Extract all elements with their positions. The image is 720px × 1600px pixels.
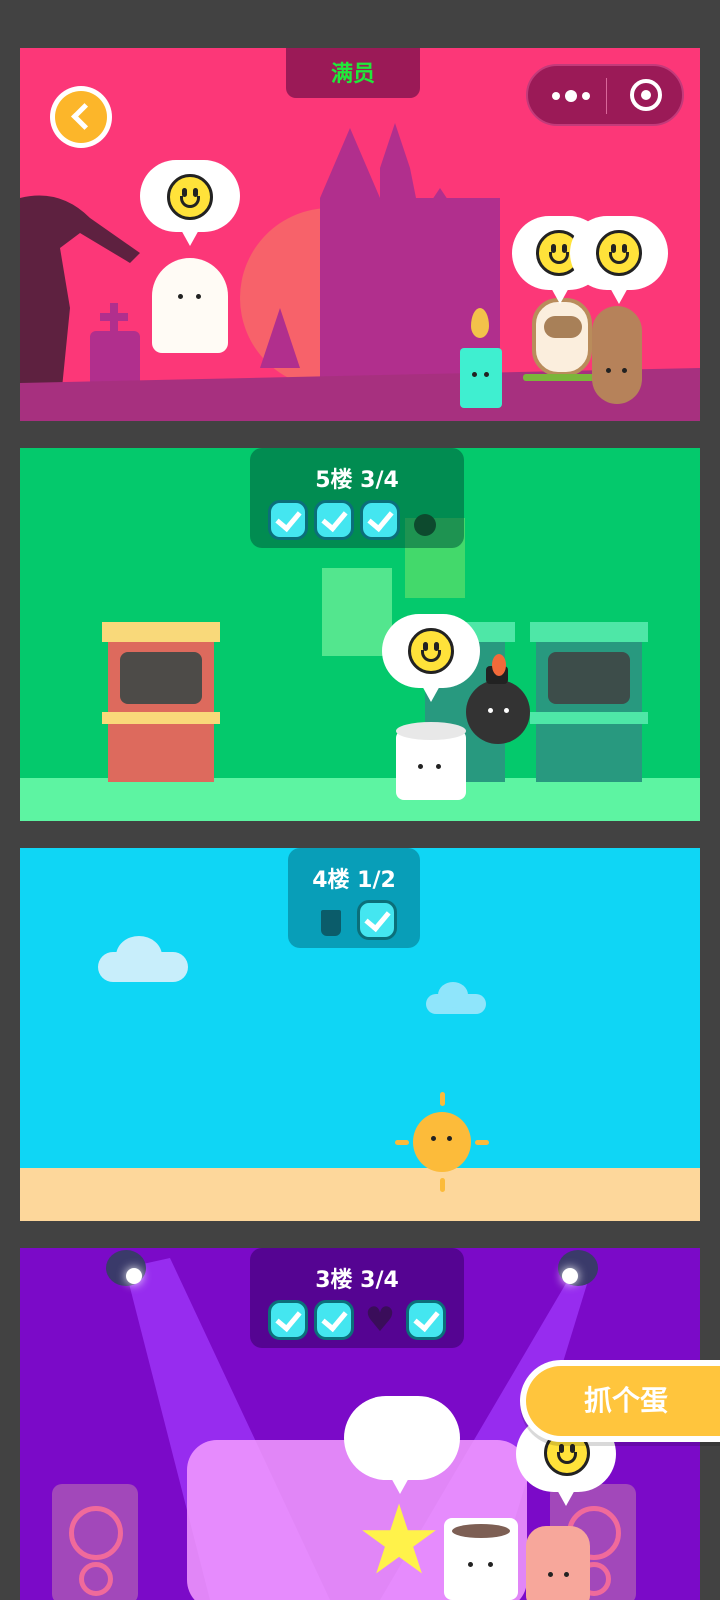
arcade-machine-red[interactable] <box>102 622 220 782</box>
smiley-emoji-icon <box>167 174 213 220</box>
target-circle-icon[interactable] <box>630 79 662 111</box>
check-icon <box>314 500 354 540</box>
check-icon <box>360 500 400 540</box>
star-character[interactable]: ★ <box>356 1492 442 1588</box>
floor-halloween: 满员 <box>20 48 700 421</box>
ghost-speech-bubble <box>140 160 240 246</box>
floor-5-title: 5楼 3/4 <box>315 468 399 493</box>
ghost-character[interactable] <box>152 258 228 353</box>
smiley-emoji-icon <box>596 230 642 276</box>
peanut-character[interactable] <box>592 306 642 404</box>
floor-4-title: 4楼 1/2 <box>312 868 396 893</box>
check-icon <box>406 1300 446 1340</box>
check-icon <box>268 500 308 540</box>
floor-4-progress-panel: 4楼 1/2 <box>288 848 420 948</box>
catch-egg-label: 抓个蛋 <box>584 1384 669 1417</box>
candle-character[interactable] <box>460 348 502 408</box>
owl-character[interactable] <box>532 298 592 376</box>
more-dots-icon[interactable] <box>548 82 603 110</box>
check-icon <box>268 1300 308 1340</box>
floor-ground <box>20 778 700 821</box>
cloud-icon <box>426 982 486 1014</box>
cloud-icon <box>98 936 188 982</box>
miniprogram-capsule <box>526 64 684 126</box>
star-speech-bubble <box>344 1396 460 1494</box>
bomb-flame-icon <box>492 654 506 676</box>
smiley-emoji-icon <box>408 628 454 674</box>
back-button[interactable] <box>50 86 112 148</box>
check-icon <box>357 900 397 940</box>
floor-4-beach: 4楼 1/2 <box>20 848 700 1221</box>
peanut-speech-bubble <box>570 216 668 304</box>
catch-egg-button[interactable]: 抓个蛋 <box>520 1360 720 1442</box>
heart-silhouette-icon: ♥ <box>364 1300 396 1340</box>
bomb-character[interactable] <box>466 666 530 744</box>
stage-light-left-icon <box>106 1250 146 1286</box>
stage-light-right-icon <box>558 1250 598 1286</box>
floor-3-progress-panel: 3楼 3/4 ♥ <box>250 1248 464 1348</box>
sand-ground <box>20 1168 700 1221</box>
floor-5-progress-panel: 5楼 3/4 <box>250 448 464 548</box>
floor-5-arcade: 5楼 3/4 <box>20 448 700 821</box>
mug-character[interactable] <box>444 1518 518 1600</box>
speaker-left <box>52 1484 138 1600</box>
toilet-paper-character[interactable] <box>396 722 466 800</box>
hand-character[interactable] <box>526 1526 590 1600</box>
candle-flame-icon <box>471 308 489 338</box>
arcade-machine-teal[interactable] <box>530 622 648 782</box>
bomb-silhouette-icon <box>406 500 446 540</box>
toilet-speech-bubble <box>382 614 480 702</box>
chevron-left-icon <box>55 91 107 143</box>
check-icon <box>314 1300 354 1340</box>
floor-3-title: 3楼 3/4 <box>315 1268 399 1293</box>
sun-character[interactable] <box>395 1092 491 1192</box>
cup-silhouette-icon <box>311 900 351 940</box>
room-status-badge: 满员 <box>286 48 420 98</box>
room-status-label: 满员 <box>330 62 375 87</box>
